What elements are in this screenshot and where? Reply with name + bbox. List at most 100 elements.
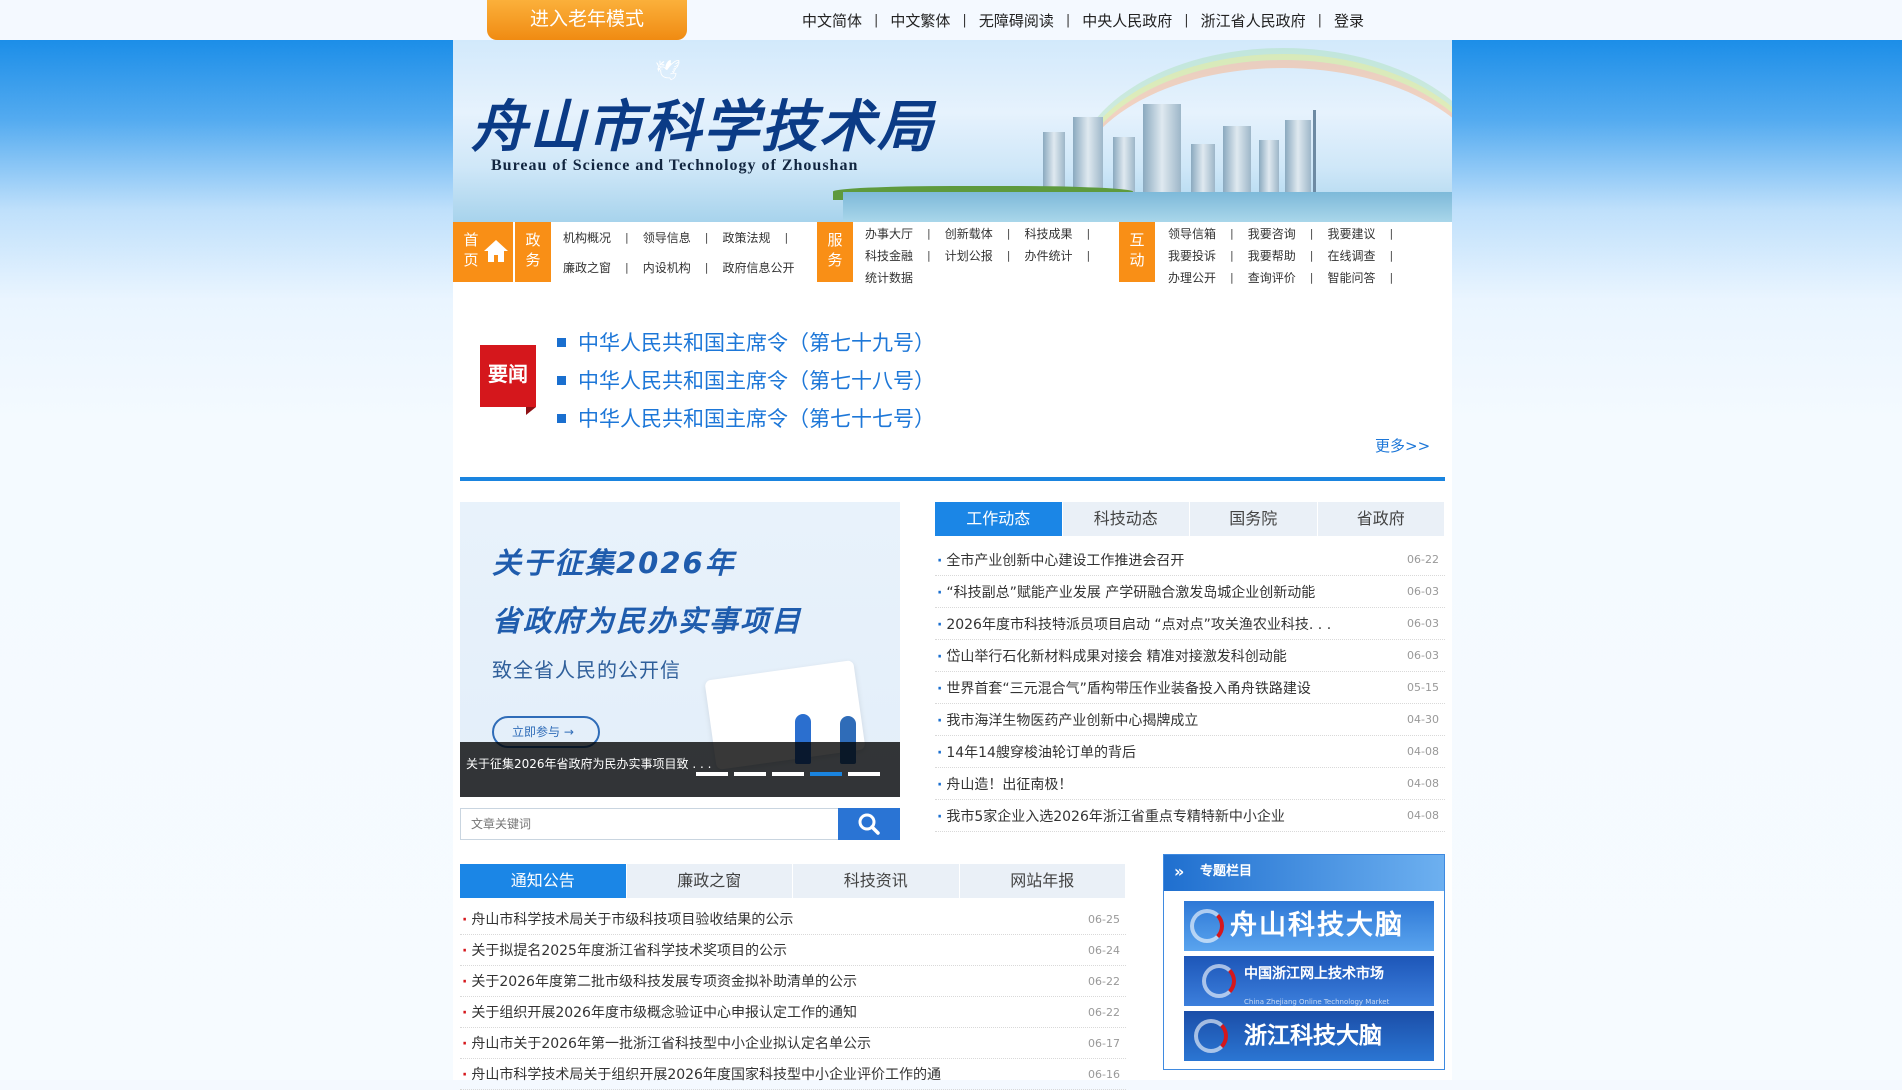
elder-mode-button[interactable]: 进入老年模式	[487, 0, 687, 40]
headline-item[interactable]: 中华人民共和国主席令（第七十七号）	[557, 400, 935, 438]
banner-link-label: 中国浙江网上技术市场	[1244, 966, 1384, 982]
nav-link[interactable]: 科技成果	[1024, 225, 1072, 242]
nav-link[interactable]: 我要投诉	[1168, 247, 1216, 264]
nav-hudong[interactable]: 互动	[1119, 222, 1155, 282]
slide-dot[interactable]	[696, 772, 728, 776]
nav-fuwu[interactable]: 服务	[817, 222, 853, 282]
building	[1223, 126, 1251, 192]
list-item[interactable]: 关于组织开展2026年度市级概念验证中心申报认定工作的通知 06-22	[460, 997, 1126, 1028]
site-title: 舟山市科学技术局	[471, 94, 935, 160]
slide-dot[interactable]	[772, 772, 804, 776]
item-date: 04-08	[1407, 745, 1439, 758]
list-item[interactable]: “科技副总”赋能产业发展 产学研融合激发岛城企业创新动能 06-03	[935, 576, 1445, 608]
list-item[interactable]: 我市5家企业入选2026年浙江省重点专精特新中小企业 04-08	[935, 800, 1445, 832]
search-input[interactable]	[461, 809, 839, 839]
link-traditional-chinese[interactable]: 中文繁体	[878, 10, 962, 31]
nav-link[interactable]: 查询评价	[1248, 269, 1296, 286]
nav-link[interactable]: 我要建议	[1327, 225, 1375, 242]
list-item[interactable]: 舟山市关于2026年第一批浙江省科技型中小企业拟认定名单公示 06-17	[460, 1028, 1126, 1059]
nav-home[interactable]: 首页	[453, 222, 513, 282]
nav-link[interactable]: 科技金融	[865, 247, 913, 264]
nav-link[interactable]: 办事大厅	[865, 225, 913, 242]
nav-link[interactable]: 廉政之窗	[563, 259, 611, 276]
list-item[interactable]: 我市海洋生物医药产业创新中心揭牌成立 04-30	[935, 704, 1445, 736]
item-date: 06-17	[1088, 1036, 1120, 1050]
nav-link[interactable]: 智能问答	[1327, 269, 1375, 286]
nav-zhengwu[interactable]: 政务	[515, 222, 551, 282]
search-button[interactable]	[838, 808, 900, 840]
tab-tech-news[interactable]: 科技动态	[1063, 502, 1190, 536]
item-date: 05-15	[1407, 681, 1439, 694]
tab-integrity-window[interactable]: 廉政之窗	[627, 864, 793, 898]
list-item[interactable]: 岱山举行石化新材料成果对接会 精准对接激发科创动能 06-03	[935, 640, 1445, 672]
banner-link-sublabel: China Zhejiang Online Technology Market	[1244, 998, 1390, 1006]
special-column-header: » 专题栏目	[1164, 855, 1444, 891]
tab-province-government[interactable]: 省政府	[1318, 502, 1445, 536]
nav-link[interactable]: 内设机构	[643, 259, 691, 276]
nav-link[interactable]: 政府信息公开	[722, 259, 794, 276]
zhejiang-tech-market-link[interactable]: 中国浙江网上技术市场 China Zhejiang Online Technol…	[1184, 956, 1434, 1006]
more-link[interactable]: 更多>>	[1375, 435, 1430, 456]
link-central-government[interactable]: 中央人民政府	[1070, 10, 1184, 31]
building	[1143, 104, 1181, 192]
login-link[interactable]: 登录	[1322, 10, 1376, 31]
zhoushan-tech-brain-link[interactable]: 舟山科技大脑	[1184, 901, 1434, 951]
list-item[interactable]: 世界首套“三元混合气”盾构带压作业装备投入甬舟铁路建设 05-15	[935, 672, 1445, 704]
list-item[interactable]: 舟山造！出征南极！ 04-08	[935, 768, 1445, 800]
list-item[interactable]: 舟山市科学技术局关于市级科技项目验收结果的公示 06-25	[460, 904, 1126, 935]
link-accessible-reading[interactable]: 无障碍阅读	[967, 10, 1066, 31]
nav-link[interactable]: 计划公报	[945, 247, 993, 264]
zhejiang-tech-brain-link[interactable]: 浙江科技大脑	[1184, 1011, 1434, 1061]
main-nav: 首页 政务 机构概况 | 领导信息 | 政策法规 | 廉政之窗 | 内设机构 | 政府信息公开 服…	[453, 222, 1452, 290]
nav-link[interactable]: 领导信箱	[1168, 225, 1216, 242]
slide-title-line2: 省政府为民办实事项目	[492, 604, 803, 638]
nav-link[interactable]: 我要帮助	[1248, 247, 1296, 264]
list-item[interactable]: 14年14艘穿梭油轮订单的背后 04-08	[935, 736, 1445, 768]
fuwu-links: 办事大厅 | 创新载体 | 科技成果 | 科技金融 | 计划公报 | 办件统计 | 统计数据	[865, 225, 1091, 286]
nav-link[interactable]: 办件统计	[1024, 247, 1072, 264]
slide-caption[interactable]: 关于征集2026年省政府为民办实事项目致 . . .	[466, 757, 711, 771]
special-column-title: 专题栏目	[1200, 864, 1253, 879]
headline-item[interactable]: 中华人民共和国主席令（第七十九号）	[557, 324, 935, 362]
list-item[interactable]: 全市产业创新中心建设工作推进会召开 06-22	[935, 544, 1445, 576]
nav-link[interactable]: 我要咨询	[1248, 225, 1296, 242]
item-title: 舟山市科学技术局关于市级科技项目验收结果的公示	[460, 909, 793, 929]
image-slideshow[interactable]: 关于征集2026年 省政府为民办实事项目 致全省人民的公开信 立即参与 → 关于…	[460, 502, 900, 797]
special-column: » 专题栏目 舟山科技大脑 中国浙江网上技术市场 China Zhejiang …	[1163, 854, 1445, 1070]
nav-link[interactable]: 创新载体	[945, 225, 993, 242]
slide-dot-active[interactable]	[810, 772, 842, 776]
dove-icon: 🕊	[655, 58, 681, 82]
news-list: 全市产业创新中心建设工作推进会召开 06-22 “科技副总”赋能产业发展 产学研融…	[935, 544, 1445, 832]
item-date: 04-30	[1407, 713, 1439, 726]
tab-notices[interactable]: 通知公告	[460, 864, 627, 898]
notice-tabs: 通知公告 廉政之窗 科技资讯 网站年报	[460, 864, 1126, 898]
link-zhejiang-government[interactable]: 浙江省人民政府	[1189, 10, 1318, 31]
nav-link[interactable]: 政策法规	[722, 229, 770, 246]
item-title: 2026年度市科技特派员项目启动 “点对点”攻关渔农业科技. . .	[935, 614, 1331, 634]
list-item[interactable]: 关于拟提名2025年度浙江省科学技术奖项目的公示 06-24	[460, 935, 1126, 966]
list-item[interactable]: 关于2026年度第二批市级科技发展专项资金拟补助清单的公示 06-22	[460, 966, 1126, 997]
nav-link[interactable]: 领导信息	[643, 229, 691, 246]
nav-link[interactable]: 在线调查	[1327, 247, 1375, 264]
nav-link[interactable]: 统计数据	[865, 269, 913, 286]
headline-item[interactable]: 中华人民共和国主席令（第七十八号）	[557, 362, 935, 400]
slide-subtitle: 致全省人民的公开信	[492, 658, 681, 682]
water-decoration	[843, 192, 1452, 222]
tab-annual-report[interactable]: 网站年报	[960, 864, 1126, 898]
item-title: 我市5家企业入选2026年浙江省重点专精特新中小企业	[935, 806, 1285, 826]
slide-dot[interactable]	[848, 772, 880, 776]
item-date: 06-22	[1088, 1005, 1120, 1019]
tab-work-news[interactable]: 工作动态	[935, 502, 1063, 536]
tab-state-council[interactable]: 国务院	[1190, 502, 1318, 536]
slide-dot[interactable]	[734, 772, 766, 776]
link-simplified-chinese[interactable]: 中文简体	[790, 10, 874, 31]
nav-link[interactable]: 机构概况	[563, 229, 611, 246]
zhengwu-links: 机构概况 | 领导信息 | 政策法规 | 廉政之窗 | 内设机构 | 政府信息公开	[563, 229, 795, 276]
item-title: 世界首套“三元混合气”盾构带压作业装备投入甬舟铁路建设	[935, 678, 1311, 698]
item-title: 14年14艘穿梭油轮订单的背后	[935, 742, 1136, 762]
list-item[interactable]: 舟山市科学技术局关于组织开展2026年度国家科技型中小企业评价工作的通 06-16	[460, 1059, 1126, 1090]
nav-link[interactable]: 办理公开	[1168, 269, 1216, 286]
nav-home-label: 首页	[463, 231, 479, 269]
tab-tech-info[interactable]: 科技资讯	[793, 864, 960, 898]
list-item[interactable]: 2026年度市科技特派员项目启动 “点对点”攻关渔农业科技. . . 06-03	[935, 608, 1445, 640]
